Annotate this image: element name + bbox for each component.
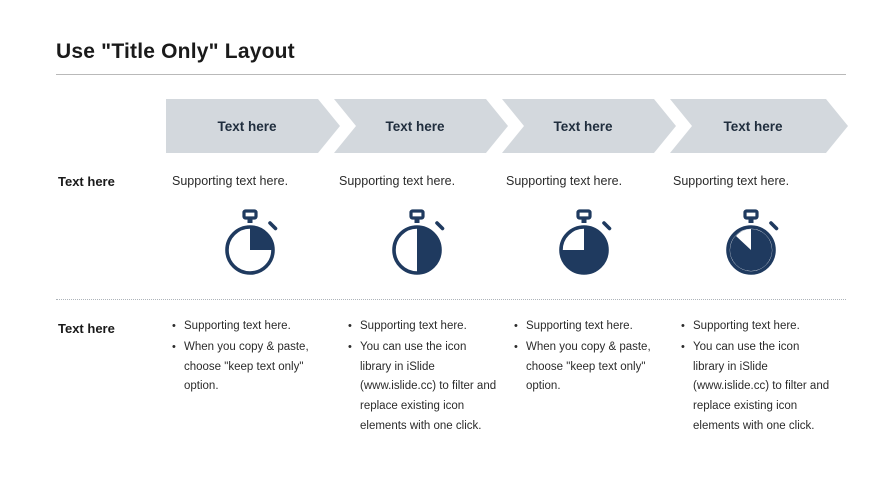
slide-canvas: Use "Title Only" Layout Text here Text h… [0, 0, 896, 504]
bullet-list: Supporting text here. When you copy & pa… [514, 317, 666, 397]
page-title: Use "Title Only" Layout [56, 40, 295, 63]
stopwatch-icon-1-wrap [165, 208, 335, 280]
list-item: Supporting text here. [514, 317, 666, 337]
bullet-list: Supporting text here. When you copy & pa… [172, 317, 324, 397]
stopwatch-icon [225, 209, 278, 275]
stopwatch-icon-3-wrap [499, 208, 669, 280]
row-label-upper: Text here [58, 174, 115, 189]
list-item: Supporting text here. [172, 317, 324, 337]
upper-column-3: Supporting text here. [506, 173, 676, 190]
row-label-lower: Text here [58, 321, 115, 336]
list-item: You can use the icon library in iSlide (… [348, 338, 500, 437]
upper-column-1: Supporting text here. [172, 173, 342, 190]
list-item: When you copy & paste, choose "keep text… [514, 338, 666, 397]
lower-column-1: Supporting text here. When you copy & pa… [172, 317, 324, 398]
chevron-step-2[interactable]: Text here [334, 99, 508, 153]
stopwatch-icon-4-wrap [666, 208, 836, 280]
list-item: You can use the icon library in iSlide (… [681, 338, 833, 437]
list-item: When you copy & paste, choose "keep text… [172, 338, 324, 397]
chevron-band: Text here Text here Text here Text here [166, 99, 848, 153]
chevron-step-4-label: Text here [723, 118, 783, 134]
upper-column-2: Supporting text here. [339, 173, 509, 190]
lower-column-4: Supporting text here. You can use the ic… [681, 317, 833, 438]
upper-column-4-text: Supporting text here. [673, 174, 790, 188]
stopwatch-icon [392, 209, 445, 275]
bullet-list: Supporting text here. You can use the ic… [681, 317, 833, 437]
section-divider [56, 299, 846, 300]
bullet-list: Supporting text here. You can use the ic… [348, 317, 500, 437]
list-item: Supporting text here. [681, 317, 833, 337]
chevron-step-4[interactable]: Text here [670, 99, 848, 153]
stopwatch-icon-2-wrap [332, 208, 502, 280]
upper-column-3-text: Supporting text here. [506, 174, 623, 188]
chevron-step-2-label: Text here [385, 118, 445, 134]
list-item: Supporting text here. [348, 317, 500, 337]
upper-column-4: Supporting text here. [673, 173, 843, 190]
upper-column-2-text: Supporting text here. [339, 174, 456, 188]
title-divider [56, 74, 846, 75]
chevron-step-1-label: Text here [217, 118, 277, 134]
upper-column-1-text: Supporting text here. [172, 174, 289, 188]
lower-column-2: Supporting text here. You can use the ic… [348, 317, 500, 438]
lower-column-3: Supporting text here. When you copy & pa… [514, 317, 666, 398]
stopwatch-icon [726, 209, 779, 275]
chevron-step-3[interactable]: Text here [502, 99, 676, 153]
chevron-step-1[interactable]: Text here [166, 99, 340, 153]
chevron-step-3-label: Text here [553, 118, 613, 134]
stopwatch-icon [559, 209, 612, 275]
